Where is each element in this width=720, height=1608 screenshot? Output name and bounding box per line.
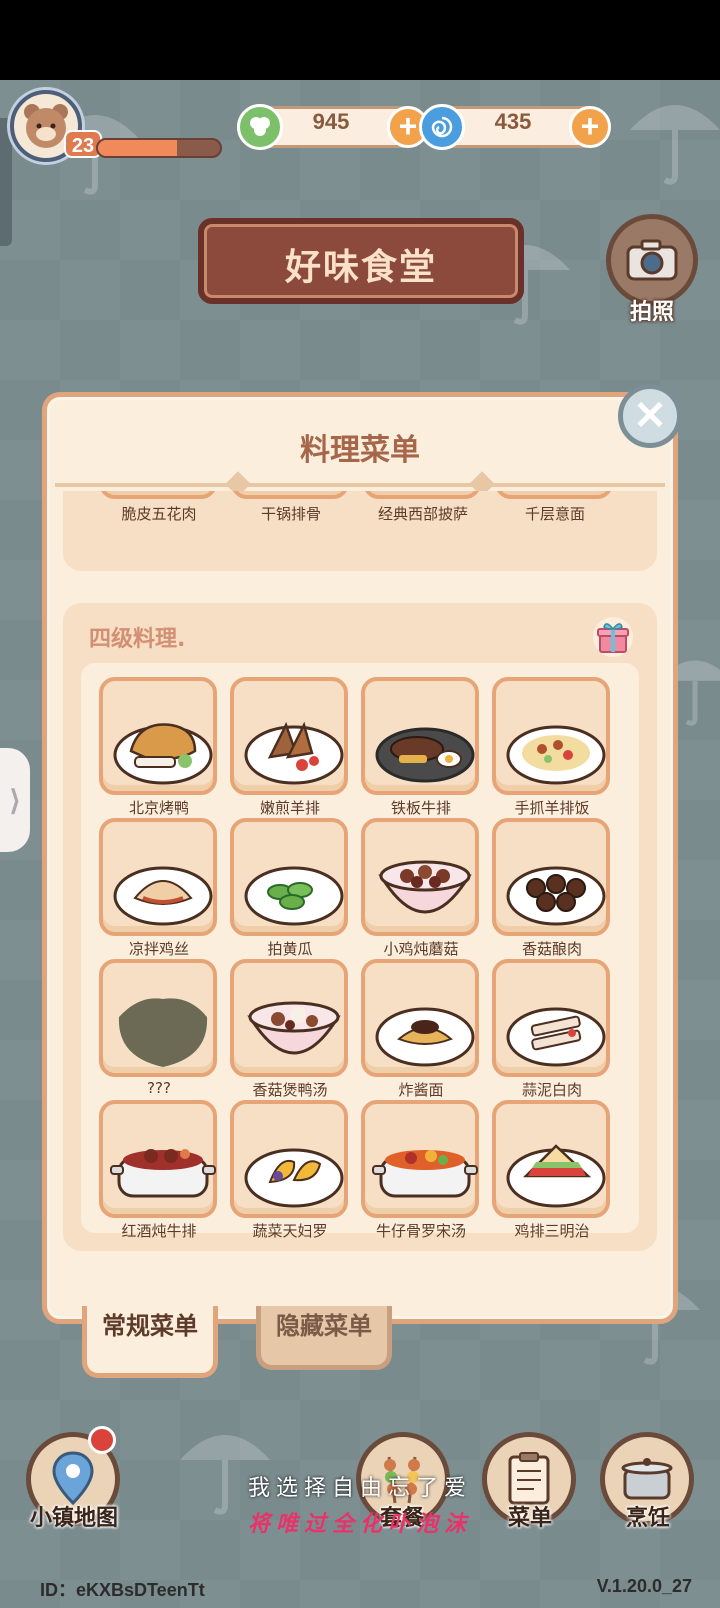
dish-card[interactable]: 手抓羊排饭: [492, 677, 612, 817]
section-title: 四级料理.: [89, 627, 186, 652]
dish-card[interactable]: 凉拌鸡丝: [99, 818, 219, 958]
title-divider: [55, 483, 665, 487]
dish-name: 香菇酿肉: [521, 940, 582, 958]
player-id: ID：eKXBsDTeenTt: [40, 1580, 205, 1600]
dish-name: 手抓羊排饭: [514, 799, 590, 817]
swirl-currency: 435 +: [419, 104, 611, 150]
notification-dot: [88, 1426, 116, 1454]
dish-name: 鸡排三明治: [514, 1222, 590, 1240]
gift-icon[interactable]: [593, 617, 633, 657]
camera-label: 拍照: [629, 300, 674, 325]
dish-name: ???: [147, 1079, 171, 1097]
dish-name: 香菇煲鸭汤: [252, 1081, 328, 1099]
swirl-amount: 435: [494, 109, 532, 134]
dish-name: 千层意面: [524, 505, 585, 523]
tab-hidden-menu[interactable]: 隐藏菜单: [256, 1306, 392, 1370]
previous-section: 脆皮五花肉 干锅排骨 经典西部披萨 千层意面: [63, 491, 657, 571]
dish-name: 炸酱面: [398, 1081, 444, 1099]
recipe-menu-panel: 料理菜单 脆皮五花肉 干锅排骨 经典西部披萨 千层意面 四级料理. 北京烤鸭 嫩…: [42, 392, 678, 1324]
dish-name: 蔬菜天妇罗: [252, 1222, 328, 1240]
dish-card[interactable]: 牛仔骨罗宋汤: [361, 1100, 481, 1240]
dish-card[interactable]: 嫩煎羊排: [230, 677, 350, 817]
dish-card[interactable]: 蒜泥白肉: [492, 959, 612, 1099]
dish-card[interactable]: 脆皮五花肉: [99, 491, 219, 523]
dish-card[interactable]: 经典西部披萨: [363, 491, 483, 523]
dish-card[interactable]: 蔬菜天妇罗: [230, 1100, 350, 1240]
umbrella-pattern-icon: [630, 105, 720, 185]
recipe-scroll-area[interactable]: 脆皮五花肉 干锅排骨 经典西部披萨 千层意面 四级料理. 北京烤鸭 嫩煎羊排 铁…: [63, 491, 657, 1291]
dish-name: 拍黄瓜: [267, 940, 313, 958]
dish-name: 嫩煎羊排: [259, 799, 320, 817]
dish-card[interactable]: 干锅排骨: [231, 491, 351, 523]
dish-name: 北京烤鸭: [128, 799, 189, 817]
dish-name: 蒜泥白肉: [521, 1081, 582, 1099]
clover-currency: 945 +: [237, 104, 429, 150]
panel-title: 料理菜单: [300, 433, 420, 468]
dish-card[interactable]: 拍黄瓜: [230, 818, 350, 958]
dish-card[interactable]: 千层意面: [495, 491, 615, 523]
lyrics-line-1: 我选择自由忘了爱: [247, 1476, 472, 1501]
game-version: V.1.20.0_27: [596, 1576, 692, 1596]
dish-name: 脆皮五花肉: [121, 505, 197, 523]
dish-name: 铁板牛排: [390, 799, 451, 817]
dish-name: 凉拌鸡丝: [128, 940, 189, 958]
xp-progress-bar: [96, 138, 222, 158]
xp-progress-fill: [98, 140, 178, 156]
clover-icon: [237, 104, 283, 150]
side-drawer-handle[interactable]: ⟩: [0, 748, 30, 852]
clover-amount: 945: [312, 109, 350, 134]
dish-card[interactable]: 北京烤鸭: [99, 677, 219, 817]
umbrella-pattern-icon: [180, 1435, 270, 1515]
restaurant-sign: 好味食堂: [198, 218, 524, 304]
camera-button[interactable]: [606, 214, 698, 306]
dish-name: 红酒炖牛排: [121, 1222, 197, 1240]
add-swirl-button[interactable]: +: [569, 106, 611, 148]
dish-card[interactable]: ???: [99, 959, 219, 1099]
dish-name: 干锅排骨: [260, 505, 321, 523]
close-button[interactable]: ✕: [618, 384, 682, 448]
dish-card[interactable]: 鸡排三明治: [492, 1100, 612, 1240]
dish-card[interactable]: 香菇煲鸭汤: [230, 959, 350, 1099]
dish-card[interactable]: 香菇酿肉: [492, 818, 612, 958]
dish-card[interactable]: 红酒炖牛排: [99, 1100, 219, 1240]
left-rail: [0, 118, 12, 246]
dish-name: 小鸡炖蘑菇: [383, 940, 459, 958]
swirl-icon: [419, 104, 465, 150]
restaurant-name: 好味食堂: [284, 247, 437, 288]
dish-name: 牛仔骨罗宋汤: [375, 1222, 466, 1240]
dish-card[interactable]: 小鸡炖蘑菇: [361, 818, 481, 958]
camera-icon: [626, 239, 678, 281]
lyrics-line-2: 将唯过全化卟泡沫: [247, 1511, 472, 1537]
tab-regular-menu[interactable]: 常规菜单: [82, 1306, 218, 1378]
dish-card[interactable]: 铁板牛排: [361, 677, 481, 817]
level-four-section: 四级料理. 北京烤鸭 嫩煎羊排 铁板牛排 手抓羊排饭凉拌鸡丝 拍黄瓜 小鸡炖蘑菇 香菇酿肉?…: [63, 603, 657, 1251]
dish-name: 经典西部披萨: [377, 505, 468, 523]
dish-card[interactable]: 炸酱面: [361, 959, 481, 1099]
dish-grid: 北京烤鸭 嫩煎羊排 铁板牛排 手抓羊排饭凉拌鸡丝 拍黄瓜 小鸡炖蘑菇 香菇酿肉??? 香菇煲鸭…: [81, 663, 639, 1240]
